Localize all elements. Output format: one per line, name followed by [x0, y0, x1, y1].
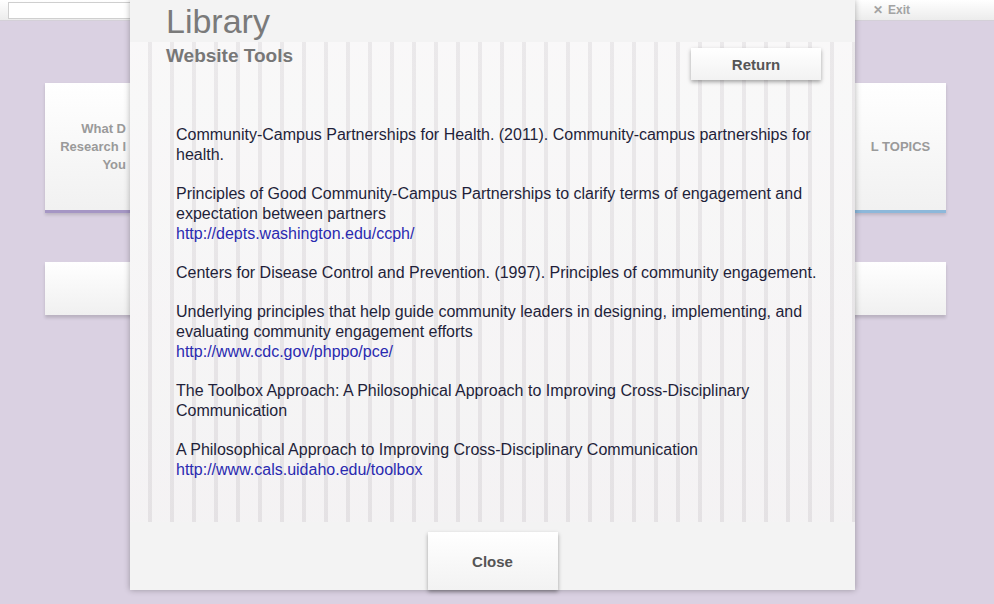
panel-header: Website Tools Return: [166, 45, 821, 80]
return-button[interactable]: Return: [691, 48, 821, 80]
library-modal: Library Website Tools Return Community-Camp…: [130, 0, 855, 590]
entry: Community-Campus Partnerships for Health…: [176, 125, 821, 165]
modal-title: Library: [130, 0, 855, 42]
card-label: L TOPICS: [871, 138, 930, 156]
entry: The Toolbox Approach: A Philosophical Ap…: [176, 381, 821, 421]
exit-button[interactable]: ✕Exit: [873, 3, 910, 17]
entry-link[interactable]: http://depts.washington.edu/ccph/: [176, 224, 821, 244]
close-icon: ✕: [873, 3, 883, 17]
topic-card[interactable]: What DResearch IYou: [45, 83, 130, 213]
entry-link[interactable]: http://www.cdc.gov/phppo/pce/: [176, 342, 821, 362]
modal-footer: Close: [130, 522, 855, 590]
entry: Centers for Disease Control and Preventi…: [176, 263, 821, 283]
page: ✕ExitWhat DResearch IYouL TOPICSLibraryW…: [0, 0, 994, 604]
close-button[interactable]: Close: [428, 532, 558, 590]
entry-list: Community-Campus Partnerships for Health…: [166, 125, 821, 480]
entry: A Philosophical Approach to Improving Cr…: [176, 440, 821, 480]
card-label: Research I: [60, 138, 126, 156]
entry: Underlying principles that help guide co…: [176, 302, 821, 362]
subtitle: Website Tools: [166, 45, 293, 67]
content-panel: Website Tools Return Community-Campus Part…: [130, 42, 855, 522]
card-label: You: [102, 156, 126, 174]
topic-card[interactable]: L TOPICS: [855, 83, 946, 213]
entry-link[interactable]: http://www.cals.uidaho.edu/toolbox: [176, 460, 821, 480]
entry: Principles of Good Community-Campus Part…: [176, 184, 821, 244]
card-label: What D: [81, 120, 126, 138]
